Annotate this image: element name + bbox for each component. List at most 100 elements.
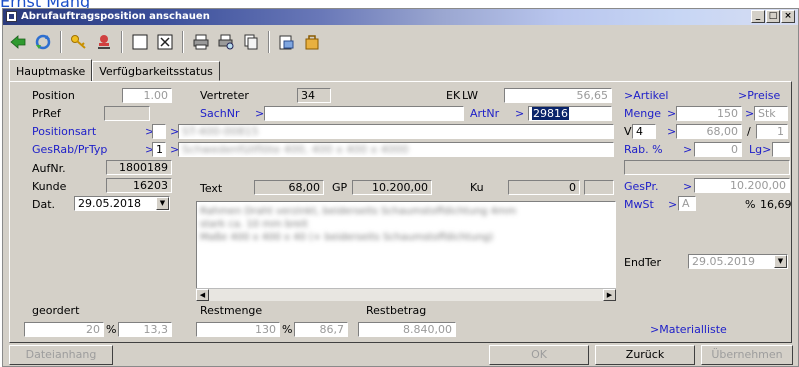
folder-icon[interactable] — [276, 31, 298, 53]
sachnr-field[interactable] — [264, 106, 464, 121]
positionsart-desc-field[interactable]: ST-400-00815 — [178, 124, 614, 139]
minimize-button[interactable]: _ — [751, 10, 765, 23]
menge-unit-arrow[interactable]: > — [745, 107, 754, 120]
artnr-field[interactable]: 29816 — [528, 106, 612, 121]
title-bar: Abrufauftragsposition anschauen _ □ × — [3, 9, 798, 25]
preise-link[interactable]: >Preise — [738, 89, 780, 102]
top-link[interactable]: Ernst Mang — [0, 0, 140, 8]
dialog-window: Abrufauftragsposition anschauen _ □ × Ha… — [2, 8, 799, 367]
bag-icon[interactable] — [301, 31, 323, 53]
rab-link[interactable]: Rab. % — [624, 143, 663, 156]
aufnr-field[interactable]: 1800189 — [106, 160, 172, 175]
gp-label: GP — [332, 181, 348, 194]
scroll-left-button[interactable]: ◀ — [196, 289, 209, 301]
mwst-link[interactable]: MwSt — [624, 198, 654, 211]
artnr-link[interactable]: ArtNr — [470, 107, 499, 120]
copy-icon[interactable] — [240, 31, 262, 53]
toolbar-separator — [268, 31, 270, 53]
ku-label: Ku — [470, 181, 484, 194]
text-price-field[interactable]: 68,00 — [254, 180, 324, 195]
materialliste-link[interactable]: >Materialliste — [650, 323, 727, 336]
text-area-scrollbar[interactable]: ◀ ▶ — [196, 288, 616, 301]
endter-field[interactable]: 29.05.2019 — [688, 254, 788, 269]
dat-dropdown-button[interactable]: ▼ — [156, 197, 169, 210]
stamp-icon[interactable] — [93, 31, 115, 53]
sachnr-link[interactable]: SachNr — [200, 107, 240, 120]
tab-hauptmaske[interactable]: Hauptmaske — [9, 59, 93, 81]
grid-icon[interactable] — [154, 31, 176, 53]
geordert-percent-field[interactable]: 13,3 — [118, 322, 172, 337]
kunde-label: Kunde — [32, 180, 67, 193]
print-preview-icon[interactable] — [215, 31, 237, 53]
gesrab-desc-text: Schwedenfüllflöte 400, 400 x 400 x 4000 — [182, 143, 409, 156]
text-label: Text — [200, 182, 223, 195]
position-field[interactable]: 1.00 — [122, 88, 172, 103]
v-per-field[interactable]: 1 — [756, 124, 788, 139]
maximize-button[interactable]: □ — [766, 10, 780, 23]
kunde-field[interactable]: 16203 — [106, 178, 172, 193]
artnr-arrow[interactable]: > — [515, 107, 524, 120]
dateianhang-button[interactable]: Dateianhang — [9, 345, 113, 365]
uebernehmen-button[interactable]: Übernehmen — [701, 345, 793, 365]
vertreter-label: Vertreter — [200, 89, 249, 102]
zurueck-button[interactable]: Zurück — [595, 345, 695, 365]
toolbar — [3, 27, 798, 57]
menge-unit-field[interactable]: Stk — [754, 106, 788, 121]
gp-field[interactable]: 10.200,00 — [352, 180, 432, 195]
lg-field[interactable] — [772, 142, 790, 157]
restbetrag-field[interactable]: 8.840,00 — [358, 322, 456, 337]
endter-dropdown-button[interactable]: ▼ — [774, 255, 787, 268]
menge-field[interactable]: 150 — [676, 106, 742, 121]
ku-field[interactable]: 0 — [508, 180, 580, 195]
sachnr-arrow[interactable]: > — [255, 107, 264, 120]
gesrab-desc-field[interactable]: Schwedenfüllflöte 400, 400 x 400 x 4000 — [178, 142, 614, 157]
v-label: V — [624, 125, 632, 138]
gespr-arrow[interactable]: > — [683, 180, 692, 193]
scroll-right-button[interactable]: ▶ — [603, 289, 616, 301]
toolbar-separator — [60, 31, 62, 53]
menge-arrow[interactable]: > — [667, 107, 676, 120]
gesrab-field[interactable]: 1 — [152, 142, 166, 157]
tab-bar: Hauptmaske Verfügbarkeitsstatus — [9, 59, 220, 81]
vertreter-field[interactable]: 34 — [297, 88, 331, 103]
restmenge-percent-label: % — [282, 323, 293, 336]
back-arrow-icon[interactable] — [7, 31, 29, 53]
rab-field[interactable]: 0 — [694, 142, 742, 157]
print-icon[interactable] — [190, 31, 212, 53]
rab-arrow[interactable]: > — [683, 143, 692, 156]
prref-field[interactable] — [104, 106, 150, 121]
aufnr-label: AufNr. — [32, 162, 66, 175]
refresh-icon[interactable] — [32, 31, 54, 53]
restbetrag-label: Restbetrag — [366, 304, 427, 317]
geordert-percent-label: % — [106, 323, 117, 336]
gesrab-prtyp-link[interactable]: GesRab/PrTyp — [32, 143, 107, 156]
ku-extra-field[interactable] — [584, 180, 614, 195]
tab-verfuegbarkeitsstatus[interactable]: Verfügbarkeitsstatus — [92, 61, 220, 81]
restmenge-field[interactable]: 130 — [196, 322, 280, 337]
gespr-link[interactable]: GesPr. — [624, 180, 658, 193]
positionsart-field[interactable] — [152, 124, 166, 139]
ek-field[interactable]: 56,65 — [504, 88, 612, 103]
restmenge-percent-field[interactable]: 86,7 — [294, 322, 348, 337]
text-line-3: Maße 400 x 400 x 40 (+ beiderseits Schau… — [200, 232, 494, 243]
v-arrow[interactable]: > — [667, 125, 676, 138]
close-button[interactable]: × — [781, 10, 795, 23]
text-line-2: stark ca. 10 mm breit — [200, 219, 308, 230]
menge-link[interactable]: Menge — [624, 107, 661, 120]
artnr-selected-text: 29816 — [532, 107, 569, 120]
ok-button[interactable]: OK — [489, 345, 589, 365]
geordert-field[interactable]: 20 — [24, 322, 104, 337]
lg-link[interactable]: Lg> — [749, 143, 771, 156]
key-icon[interactable] — [68, 31, 90, 53]
v-price-field[interactable]: 68,00 — [676, 124, 742, 139]
positionsart-link[interactable]: Positionsart — [32, 125, 96, 138]
main-panel: Position 1.00 PrRef Positionsart > > ST-… — [9, 81, 792, 343]
dat-label: Dat. — [32, 198, 56, 211]
v-field[interactable]: 4 — [632, 124, 656, 139]
artikel-link[interactable]: >Artikel — [624, 89, 668, 102]
mwst-arrow[interactable]: > — [668, 198, 677, 211]
mwst-code-field[interactable]: A — [678, 196, 696, 211]
blank-page-icon[interactable] — [129, 31, 151, 53]
gespr-field[interactable]: 10.200,00 — [694, 178, 790, 193]
text-area[interactable]: Rahmen Draht verzinkt, beiderseits Schau… — [196, 201, 616, 300]
